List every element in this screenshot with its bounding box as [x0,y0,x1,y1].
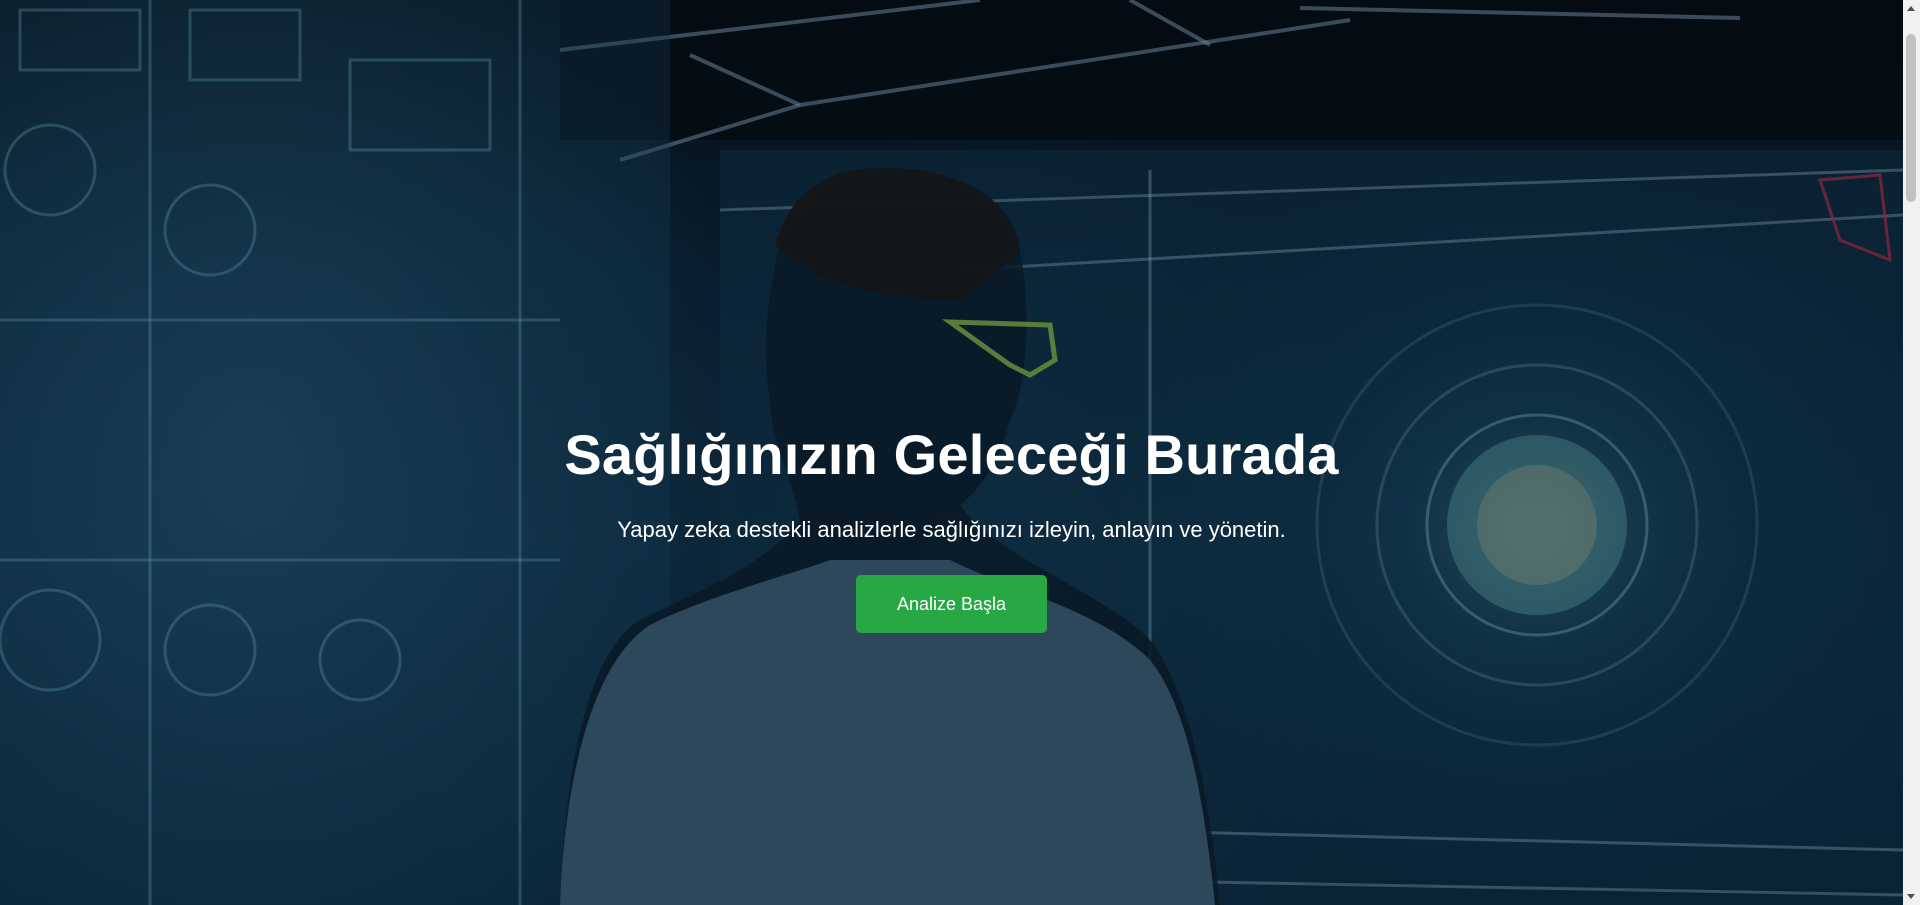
start-analysis-button[interactable]: Analize Başla [856,575,1047,633]
page-viewport: Sağlığınızın Geleceği Burada Yapay zeka … [0,0,1920,905]
hero-subtitle: Yapay zeka destekli analizlerle sağlığın… [617,517,1286,542]
scroll-down-arrow-icon[interactable] [1907,894,1915,899]
hero-title: Sağlığınızın Geleceği Burada [564,423,1339,486]
vertical-scrollbar[interactable] [1903,0,1920,905]
hero-content: Sağlığınızın Geleceği Burada Yapay zeka … [0,415,1903,633]
hero-section: Sağlığınızın Geleceği Burada Yapay zeka … [0,0,1903,905]
scrollbar-thumb[interactable] [1906,34,1916,202]
scroll-up-arrow-icon[interactable] [1907,6,1915,11]
